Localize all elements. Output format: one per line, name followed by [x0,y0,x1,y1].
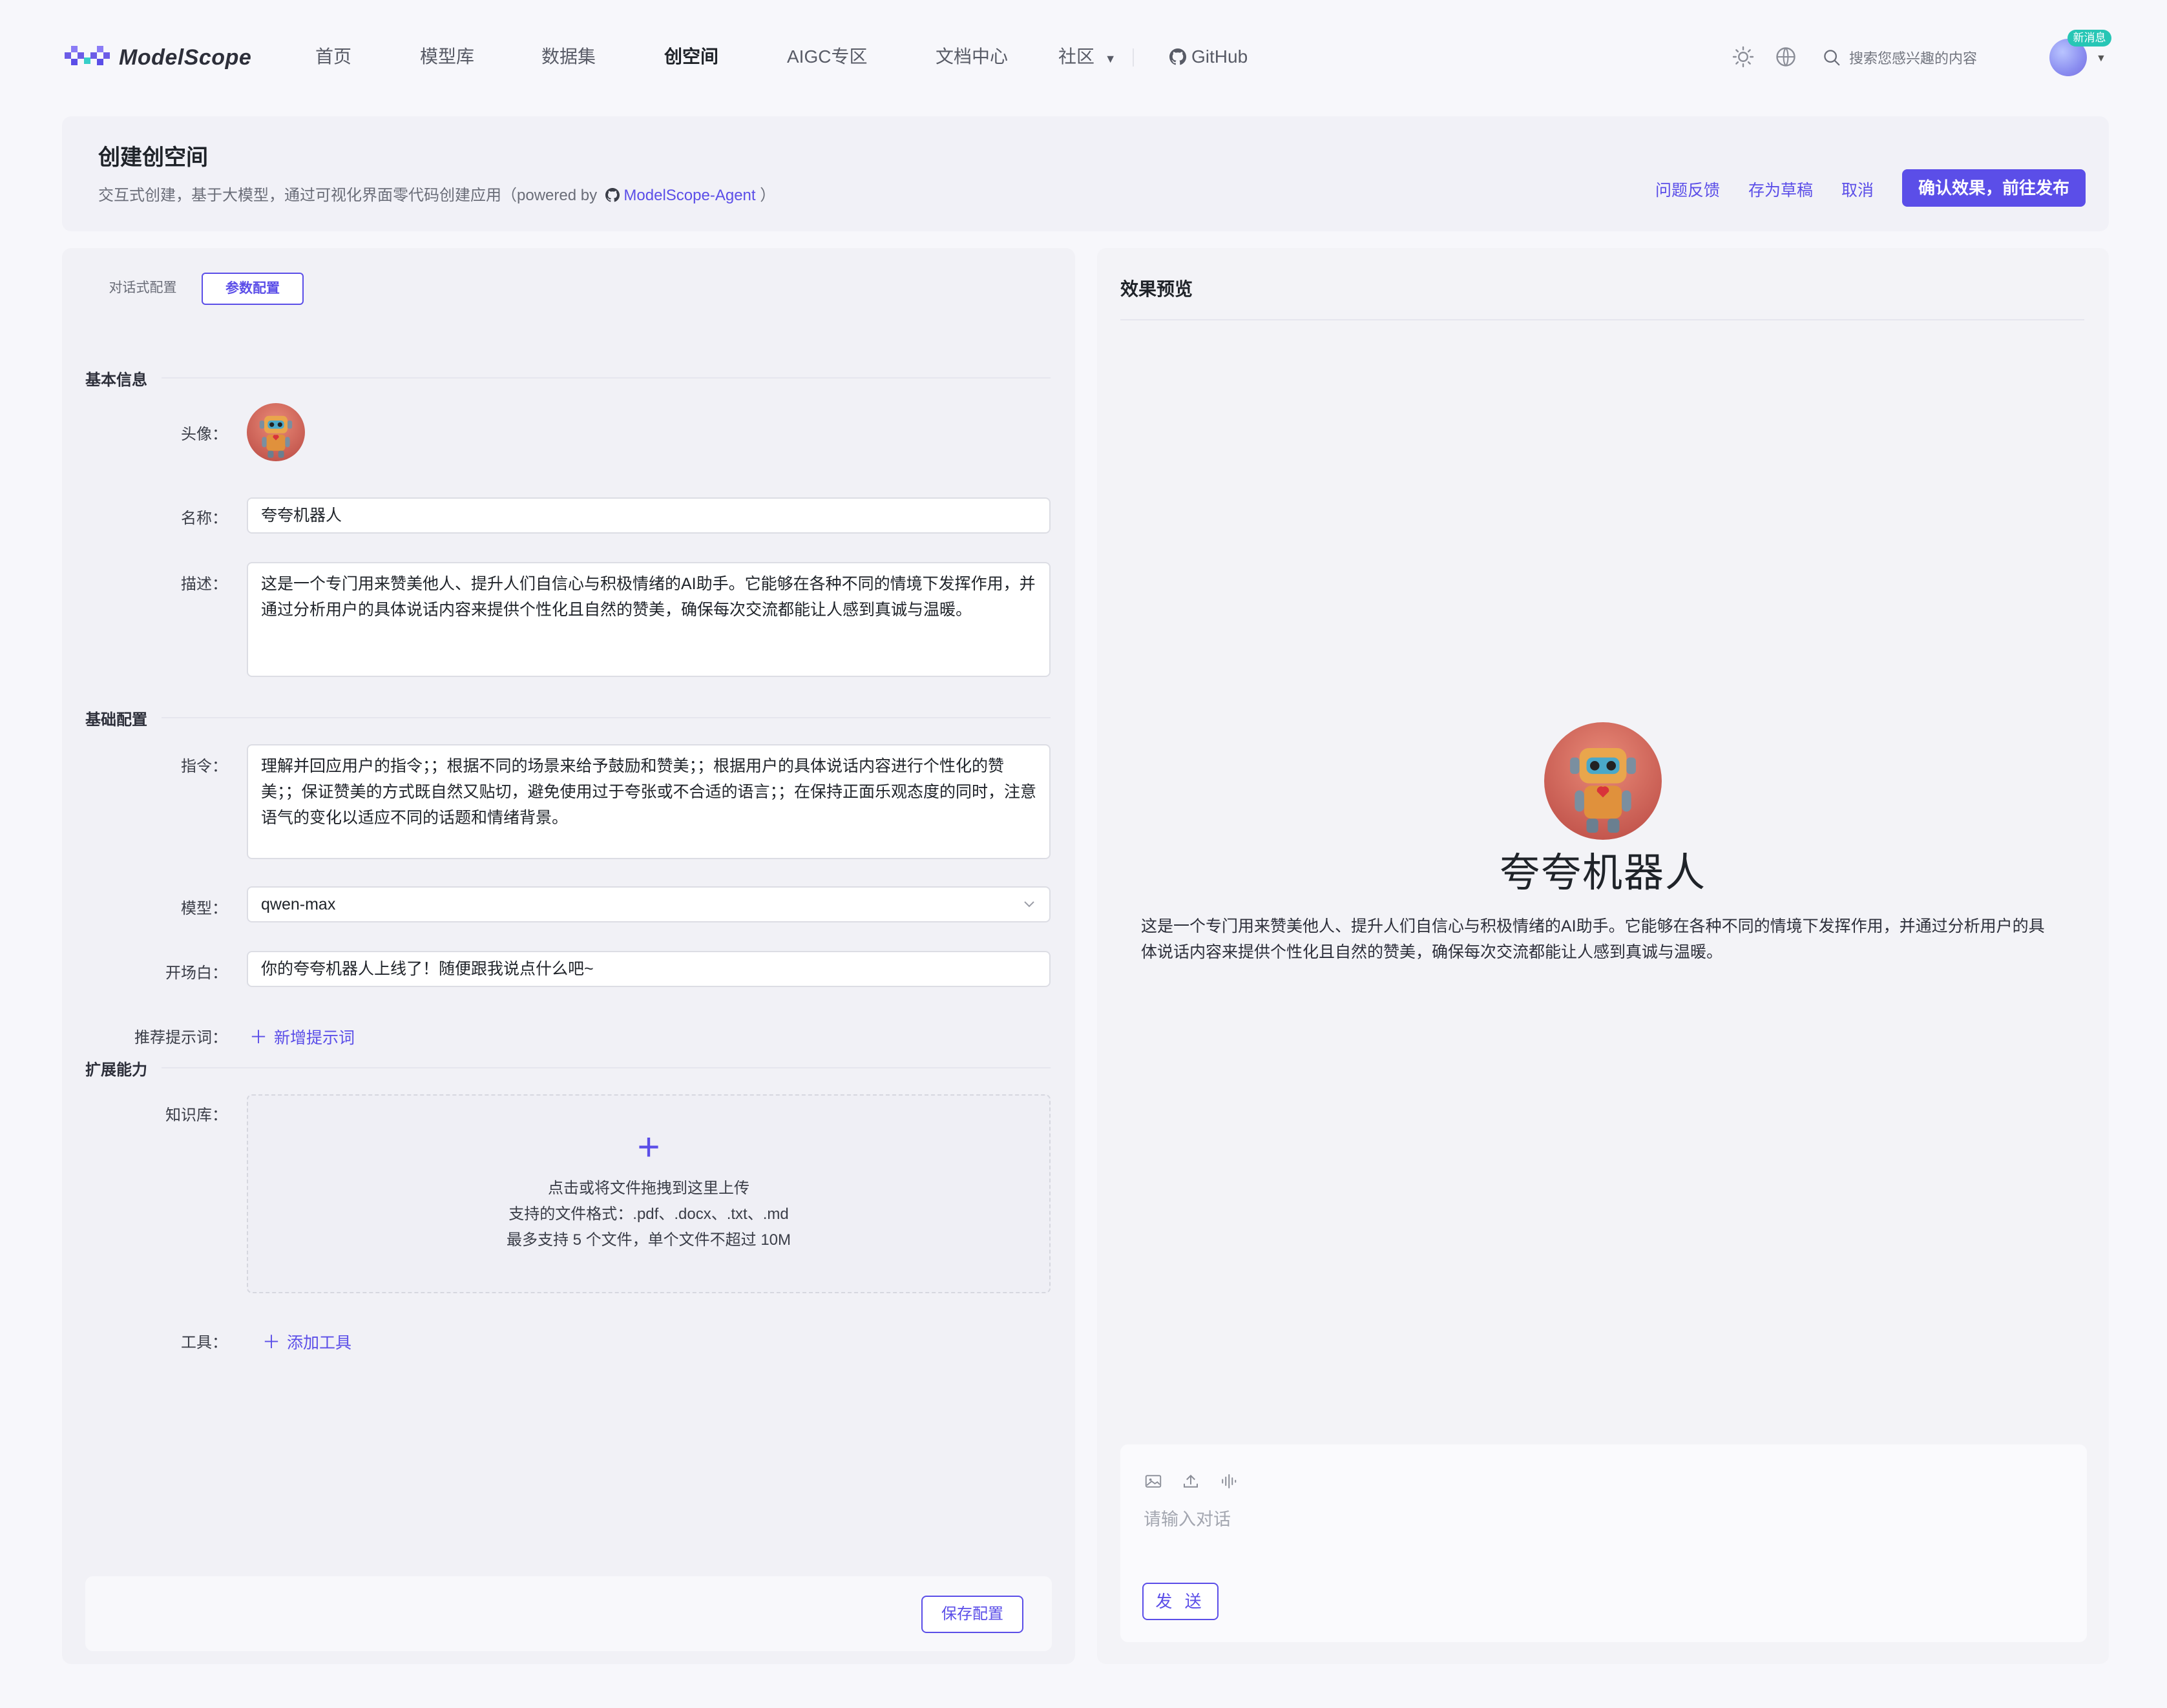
section-divider [162,717,1051,718]
model-selected-value: qwen-max [261,895,336,913]
feedback-link[interactable]: 问题反馈 [1655,178,1720,201]
nav-aigc[interactable]: AIGC专区 [787,44,867,70]
modelscope-logo-icon [65,46,110,65]
section-extensions: 扩展能力 [85,1061,147,1079]
upload-icon[interactable] [1181,1472,1200,1491]
section-divider [162,377,1051,379]
chat-input[interactable]: 请输入对话 [1144,1505,1231,1530]
cancel-link[interactable]: 取消 [1841,178,1874,201]
voice-wave-icon[interactable] [1219,1472,1238,1491]
upload-hint: 点击或将文件拖拽到这里上传 [548,1180,749,1197]
save-config-button[interactable]: 保存配置 [921,1596,1023,1633]
search-bar[interactable]: 搜索您感兴趣的内容 [1822,45,1977,70]
subtitle-suffix: ） [760,187,776,204]
config-footer [85,1576,1052,1651]
search-icon [1824,50,1840,66]
opening-label: 开场白： [165,964,227,982]
nav-community[interactable]: 社区 ▼ [1058,44,1116,72]
page-title: 创建创空间 [98,145,208,170]
bot-description: 这是一个专门用来赞美他人、提升人们自信心与积极情绪的AI助手。它能够在各种不同的… [1141,917,2045,961]
instruction-textarea[interactable]: 理解并回应用户的指令；；根据不同的场景来给予鼓励和赞美；；根据用户的具体说话内容… [247,744,1051,859]
save-draft-link[interactable]: 存为草稿 [1748,178,1813,201]
chevron-down-icon: ▼ [1104,52,1116,65]
preview-title: 效果预览 [1120,279,1193,299]
language-globe-icon[interactable] [1774,45,1797,68]
instruction-label: 指令： [181,758,227,775]
bot-name: 夸夸机器人 [1499,851,1706,895]
nav-datasets[interactable]: 数据集 [541,44,596,70]
tab-chat-config[interactable]: 对话式配置 [96,273,190,304]
plus-icon: + [637,1125,660,1169]
agent-link-label: ModelScope-Agent [623,187,756,204]
name-input[interactable]: 夸夸机器人 [247,497,1051,534]
nav-community-label: 社区 [1058,47,1095,67]
tab-param-config[interactable]: 参数配置 [202,273,304,305]
chat-input-box [1120,1444,2087,1642]
knowledge-label: 知识库： [165,1107,227,1124]
section-basic-info: 基本信息 [85,371,147,389]
new-message-badge[interactable]: 新消息 [2068,30,2111,47]
plus-icon: ＋ [249,1027,268,1047]
description-label: 描述： [181,576,227,593]
github-icon [1169,48,1186,65]
github-icon [605,188,620,202]
nav-github[interactable]: GitHub [1169,44,1248,70]
brand-name: ModelScope [119,45,252,70]
page-subtitle: 交互式创建，基于大模型，通过可视化界面零代码创建应用（powered by Mo… [98,182,775,205]
tools-label: 工具： [181,1334,227,1351]
nav-models[interactable]: 模型库 [420,44,474,70]
section-divider [162,1067,1051,1068]
modelscope-agent-link[interactable]: ModelScope-Agent [602,187,760,204]
nav-divider [1133,48,1134,67]
upload-limits: 最多支持 5 个文件，单个文件不超过 10M [506,1231,791,1249]
bot-avatar [1544,722,1662,840]
page-header [62,116,2109,231]
section-basic-config: 基础配置 [85,711,147,729]
bot-avatar-upload[interactable] [247,403,305,461]
nav-github-label: GitHub [1191,47,1248,67]
robot-avatar-icon [247,403,305,461]
description-textarea[interactable]: 这是一个专门用来赞美他人、提升人们自信心与积极情绪的AI助手。它能够在各种不同的… [247,562,1051,677]
knowledge-upload-dropzone[interactable]: + 点击或将文件拖拽到这里上传 支持的文件格式：.pdf、.docx、.txt、… [247,1094,1051,1293]
opening-input[interactable]: 你的夸夸机器人上线了！随便跟我说点什么吧~ [247,951,1051,987]
subtitle-text: 交互式创建，基于大模型，通过可视化界面零代码创建应用（powered by [98,187,598,204]
add-prompt-button[interactable]: ＋ 新增提示词 [249,1023,355,1049]
preview-divider [1120,319,2084,320]
add-prompt-label: 新增提示词 [274,1029,355,1047]
avatar-label: 头像： [181,426,227,443]
add-tool-button[interactable]: ＋ 添加工具 [262,1328,351,1354]
upload-formats: 支持的文件格式：.pdf、.docx、.txt、.md [508,1205,789,1223]
nav-home[interactable]: 首页 [315,44,351,70]
nav-docs[interactable]: 文档中心 [936,44,1008,70]
name-label: 名称： [181,510,227,527]
sun-icon[interactable] [1732,45,1755,68]
brand-logo[interactable]: ModelScope [65,43,251,72]
send-button[interactable]: 发 送 [1142,1583,1219,1620]
publish-button[interactable]: 确认效果，前往发布 [1902,169,2086,207]
suggested-prompts-label: 推荐提示词： [134,1029,227,1047]
image-icon[interactable] [1144,1472,1163,1491]
add-tool-label: 添加工具 [287,1334,352,1352]
chevron-down-icon [1024,901,1034,908]
model-select[interactable]: qwen-max [247,886,1051,922]
plus-icon: ＋ [262,1332,281,1352]
robot-avatar-icon [1544,722,1662,840]
search-placeholder: 搜索您感兴趣的内容 [1849,50,1978,67]
nav-studios[interactable]: 创空间 [664,44,718,70]
model-label: 模型： [181,900,227,917]
chevron-down-icon[interactable]: ▼ [2096,53,2106,65]
